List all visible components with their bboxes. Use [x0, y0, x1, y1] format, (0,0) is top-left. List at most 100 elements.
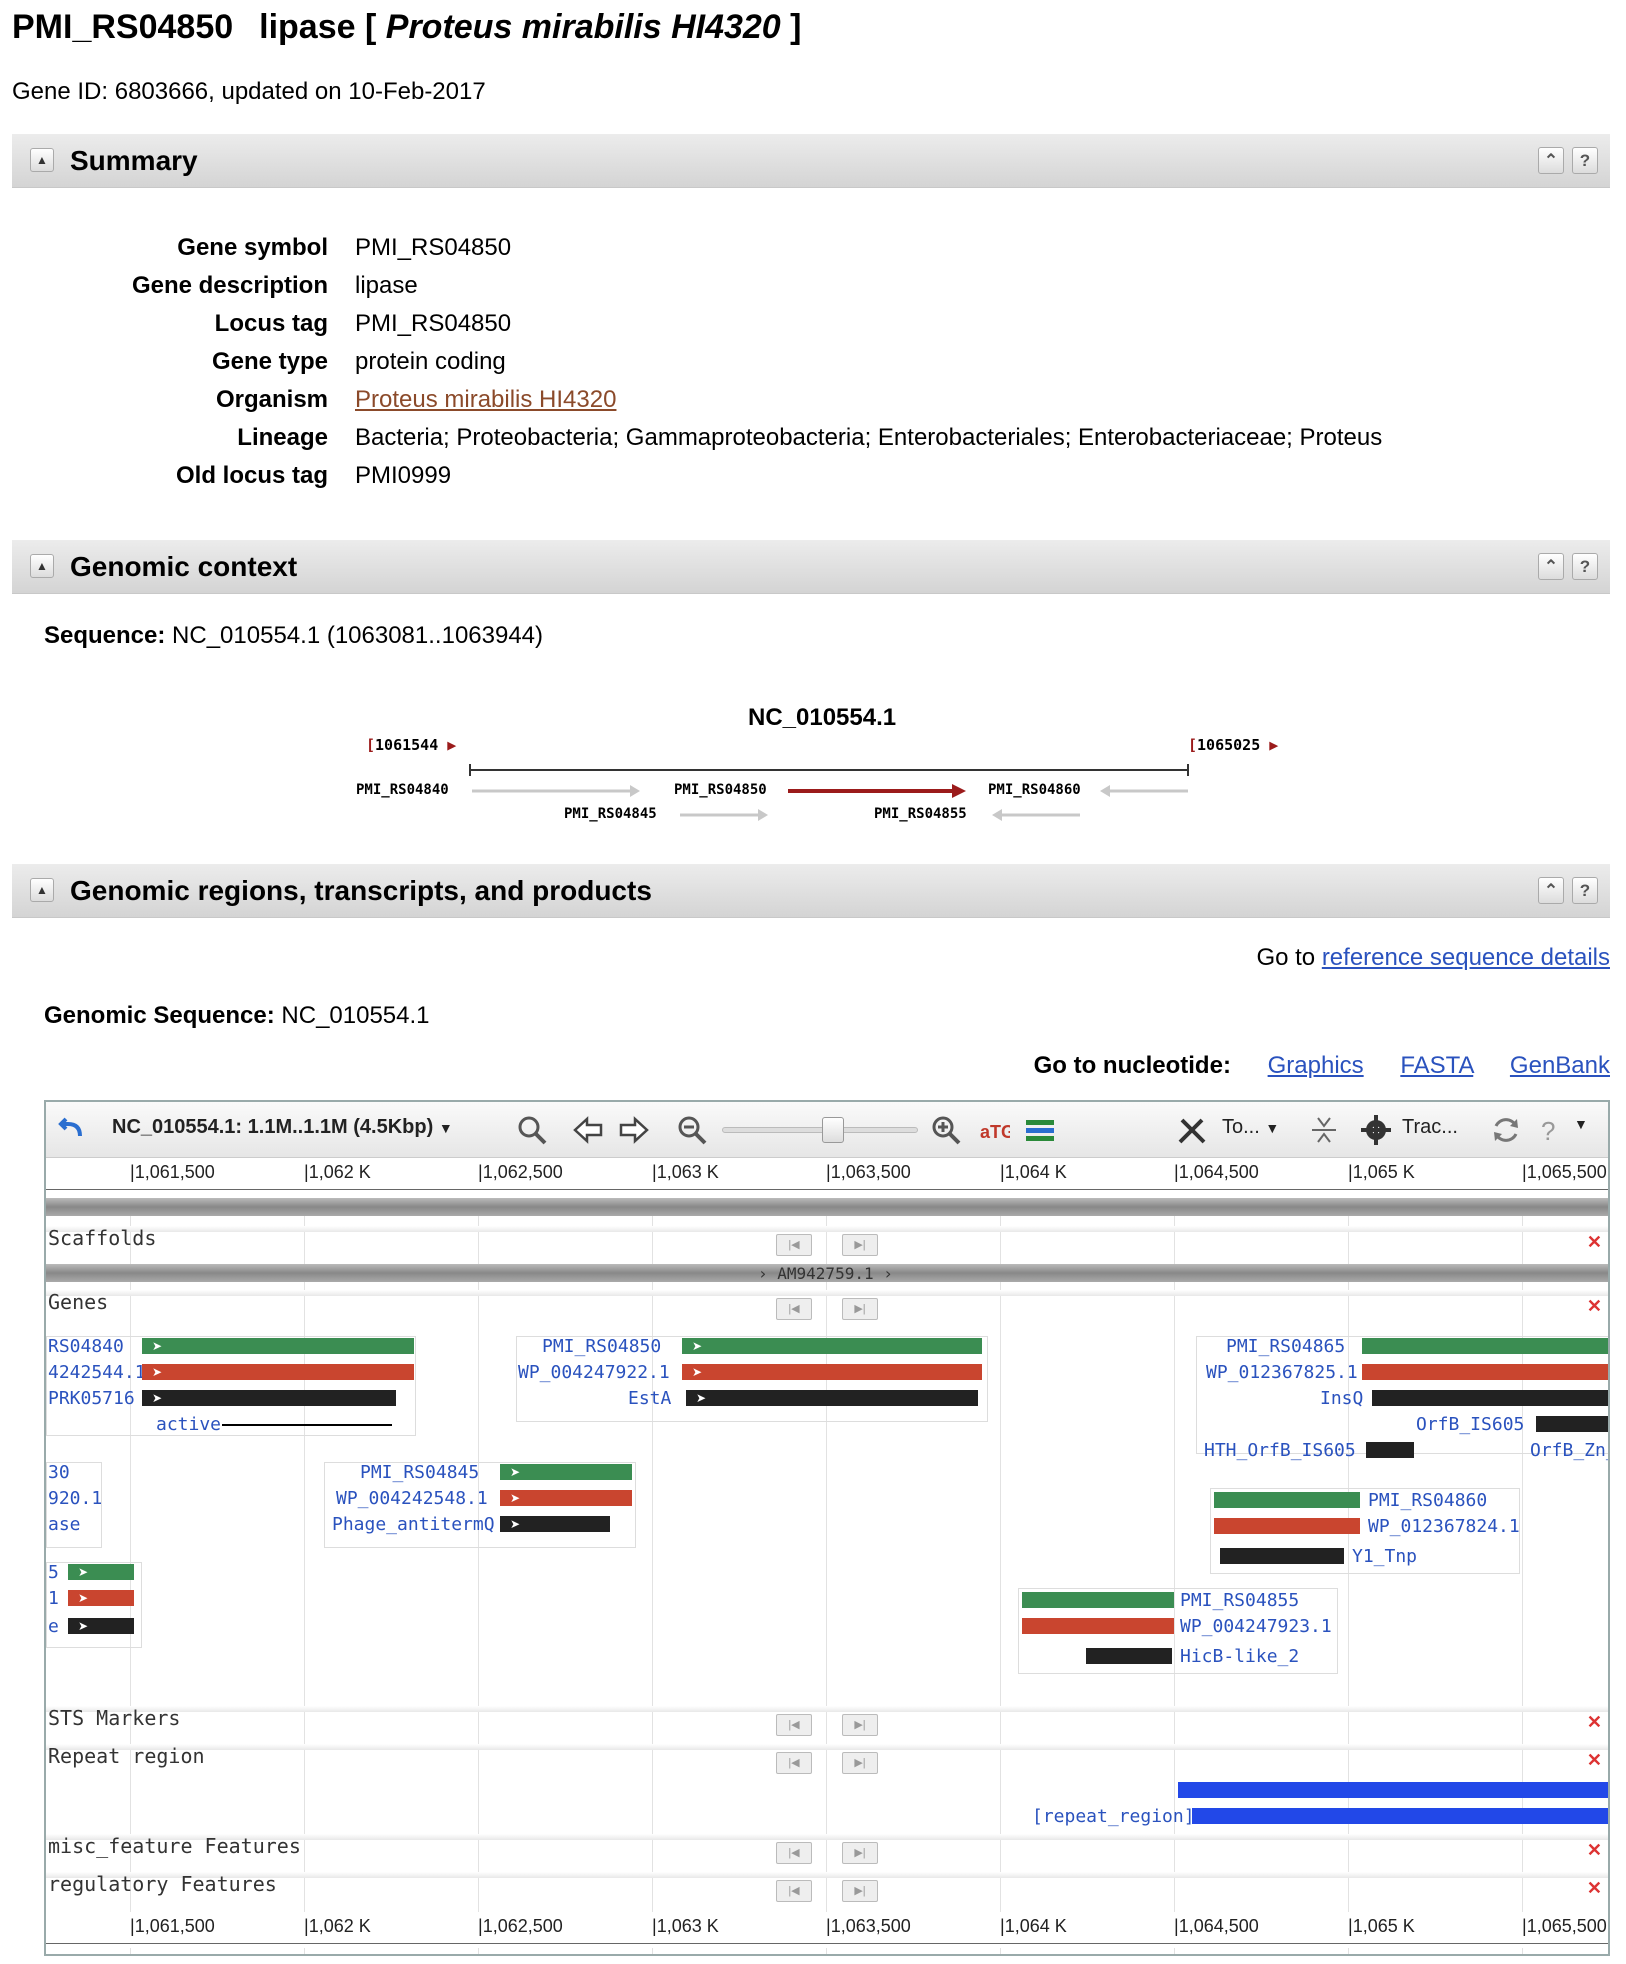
help-icon[interactable]: ?: [1534, 1114, 1566, 1146]
site-track[interactable]: [222, 1424, 392, 1426]
collapse-tracks-icon[interactable]: [1308, 1114, 1340, 1146]
domain-bar[interactable]: [1220, 1548, 1344, 1564]
gene-bar[interactable]: ➤: [500, 1464, 632, 1480]
next-feature-button[interactable]: ▶|: [842, 1880, 878, 1902]
refresh-icon[interactable]: [1490, 1114, 1522, 1146]
prev-feature-button[interactable]: |◀: [776, 1234, 812, 1256]
collapse-toggle-icon[interactable]: ▲: [30, 554, 54, 578]
gene-bar[interactable]: ➤: [682, 1338, 982, 1354]
protein-bar[interactable]: ➤: [500, 1490, 632, 1506]
help-button[interactable]: ?: [1572, 877, 1598, 904]
help-button[interactable]: ?: [1572, 147, 1598, 174]
repeat-bar[interactable]: [1192, 1808, 1608, 1824]
protein-label[interactable]: 4242544.1: [48, 1362, 146, 1383]
collapse-all-button[interactable]: ⌃: [1538, 553, 1564, 580]
domain-label[interactable]: Y1_Tnp: [1352, 1546, 1417, 1567]
gene-label-rs04840[interactable]: PMI_RS04840: [356, 782, 449, 798]
domain-bar[interactable]: ➤: [142, 1390, 396, 1406]
domain-label[interactable]: OrfB_IS605: [1416, 1414, 1524, 1435]
domain-bar[interactable]: ➤: [500, 1516, 610, 1532]
gene-label[interactable]: PMI_RS04865: [1226, 1336, 1345, 1357]
next-feature-button[interactable]: ▶|: [842, 1842, 878, 1864]
gene-bar[interactable]: ➤: [68, 1564, 134, 1580]
protein-bar[interactable]: [1362, 1364, 1608, 1380]
domain-label[interactable]: e: [48, 1616, 59, 1637]
domain-label[interactable]: HicB-like_2: [1180, 1646, 1299, 1667]
sequence-view-icon[interactable]: aTG: [978, 1114, 1010, 1146]
domain-label[interactable]: PRK05716: [48, 1388, 135, 1409]
help-button[interactable]: ?: [1572, 553, 1598, 580]
domain-label[interactable]: OrfB_Zn_: [1530, 1440, 1608, 1461]
tools-icon[interactable]: [1176, 1114, 1208, 1146]
regions-section-header[interactable]: ▲ Genomic regions, transcripts, and prod…: [12, 864, 1610, 918]
close-track-icon[interactable]: ✕: [1587, 1750, 1602, 1771]
gene-label[interactable]: PMI_RS04845: [360, 1462, 479, 1483]
gene-label-rs04845[interactable]: PMI_RS04845: [564, 806, 657, 822]
prev-feature-button[interactable]: |◀: [776, 1298, 812, 1320]
domain-bar[interactable]: [1372, 1390, 1608, 1406]
protein-label[interactable]: WP_004247923.1: [1180, 1616, 1332, 1637]
organism-link[interactable]: Proteus mirabilis HI4320: [355, 386, 616, 414]
close-track-icon[interactable]: ✕: [1587, 1232, 1602, 1253]
close-track-icon[interactable]: ✕: [1587, 1840, 1602, 1861]
zoom-slider-track[interactable]: [722, 1127, 918, 1133]
next-feature-button[interactable]: ▶|: [842, 1234, 878, 1256]
gene-label[interactable]: PMI_RS04860: [1368, 1490, 1487, 1511]
tracks-menu[interactable]: Trac...: [1402, 1116, 1458, 1139]
gene-label-rs04855[interactable]: PMI_RS04855: [874, 806, 967, 822]
domain-label[interactable]: HTH_OrfB_IS605: [1204, 1440, 1356, 1461]
fasta-link[interactable]: FASTA: [1400, 1052, 1473, 1079]
domain-label[interactable]: ase: [48, 1514, 81, 1535]
gene-bar[interactable]: ➤: [142, 1338, 414, 1354]
protein-bar[interactable]: [1022, 1618, 1174, 1634]
genbank-link[interactable]: GenBank: [1510, 1052, 1610, 1079]
search-icon[interactable]: [516, 1114, 548, 1146]
collapse-all-button[interactable]: ⌃: [1538, 877, 1564, 904]
domain-label[interactable]: EstA: [628, 1388, 671, 1409]
collapse-toggle-icon[interactable]: ▲: [30, 878, 54, 902]
gene-label[interactable]: 30: [48, 1462, 70, 1483]
gene-label[interactable]: PMI_RS04855: [1180, 1590, 1299, 1611]
gene-bar[interactable]: [1362, 1338, 1608, 1354]
gear-icon[interactable]: [1360, 1114, 1392, 1146]
protein-label[interactable]: 920.1: [48, 1488, 102, 1509]
protein-label[interactable]: 1: [48, 1588, 59, 1609]
protein-label[interactable]: WP_012367825.1: [1206, 1362, 1358, 1383]
prev-feature-button[interactable]: |◀: [776, 1842, 812, 1864]
next-feature-button[interactable]: ▶|: [842, 1298, 878, 1320]
domain-bar[interactable]: [1536, 1416, 1608, 1432]
tools-menu[interactable]: To... ▼: [1222, 1116, 1279, 1139]
gene-bar[interactable]: [1022, 1592, 1174, 1608]
domain-bar[interactable]: [1086, 1648, 1172, 1664]
graphics-link[interactable]: Graphics: [1268, 1052, 1364, 1079]
zoom-in-icon[interactable]: [930, 1114, 962, 1146]
repeat-label[interactable]: [repeat_region]: [1032, 1806, 1195, 1827]
prev-feature-button[interactable]: |◀: [776, 1714, 812, 1736]
gene-arrow-rs04850[interactable]: [788, 784, 966, 798]
protein-bar[interactable]: [1214, 1518, 1360, 1534]
pan-right-icon[interactable]: [618, 1114, 650, 1146]
gene-arrow-rs04845[interactable]: [680, 809, 768, 821]
collapse-toggle-icon[interactable]: ▲: [30, 148, 54, 172]
domain-bar[interactable]: ➤: [68, 1618, 134, 1634]
collapse-all-button[interactable]: ⌃: [1538, 147, 1564, 174]
scaffold-label[interactable]: › AM942759.1 ›: [758, 1264, 893, 1283]
close-track-icon[interactable]: ✕: [1587, 1296, 1602, 1317]
gene-bar[interactable]: [1214, 1492, 1360, 1508]
domain-bar[interactable]: ➤: [686, 1390, 978, 1406]
domain-bar[interactable]: [1366, 1442, 1414, 1458]
back-icon[interactable]: [54, 1114, 86, 1146]
pan-left-icon[interactable]: [572, 1114, 604, 1146]
protein-bar[interactable]: ➤: [142, 1364, 414, 1380]
prev-feature-button[interactable]: |◀: [776, 1752, 812, 1774]
reference-sequence-link[interactable]: reference sequence details: [1322, 944, 1610, 971]
summary-section-header[interactable]: ▲ Summary ⌃ ?: [12, 134, 1610, 188]
gene-arrow-rs04860[interactable]: [1100, 785, 1188, 797]
gene-arrow-rs04855[interactable]: [992, 809, 1080, 821]
zoom-slider-handle[interactable]: [822, 1117, 844, 1143]
close-track-icon[interactable]: ✕: [1587, 1878, 1602, 1899]
gene-label-rs04850[interactable]: PMI_RS04850: [674, 782, 767, 798]
prev-feature-button[interactable]: |◀: [776, 1880, 812, 1902]
protein-bar[interactable]: ➤: [682, 1364, 982, 1380]
protein-bar[interactable]: ➤: [68, 1590, 134, 1606]
